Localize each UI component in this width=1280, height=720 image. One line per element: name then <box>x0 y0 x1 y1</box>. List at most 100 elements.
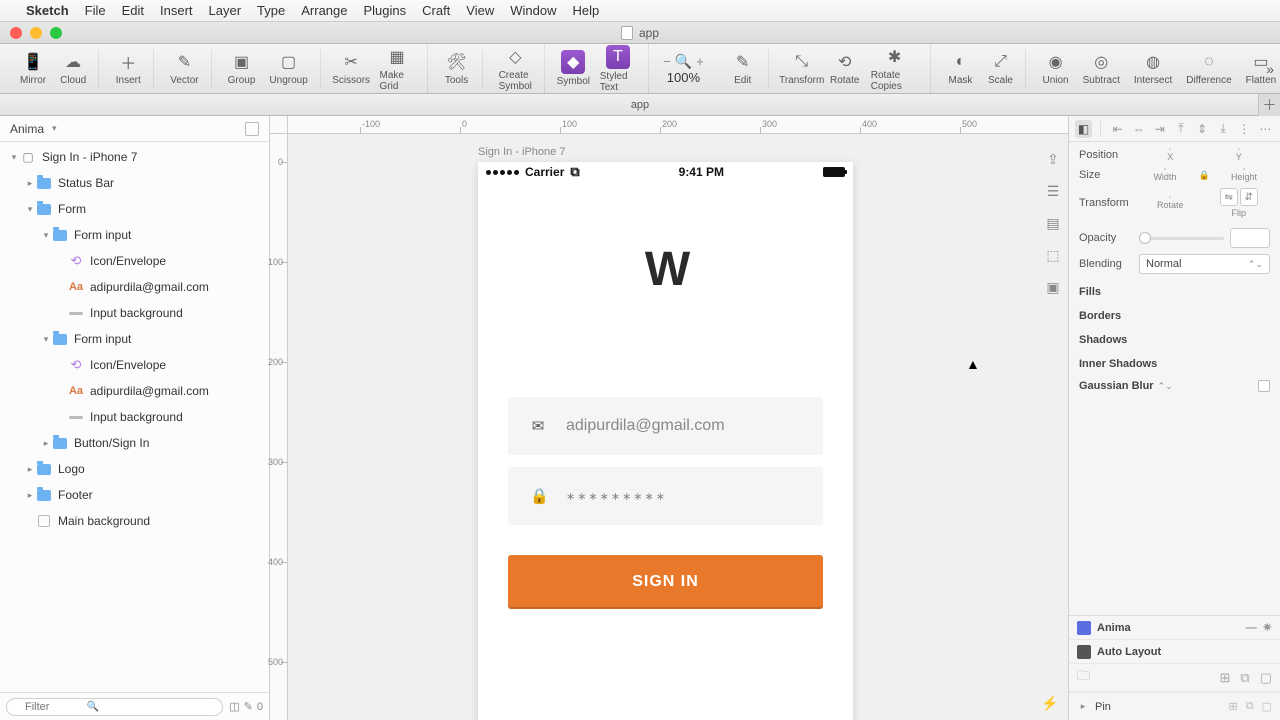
close-window-icon[interactable] <box>10 27 22 39</box>
disclosure-icon[interactable]: ▾ <box>40 230 52 241</box>
tool-styled-text[interactable]: TStyled Text <box>594 43 642 95</box>
canvas[interactable]: -1000100200300400500 0100200300400500 Si… <box>270 116 1068 720</box>
tool-mirror[interactable]: 📱Mirror <box>14 49 52 88</box>
layer-row[interactable]: ▸Button/Sign In <box>0 430 269 456</box>
ruler-origin[interactable] <box>270 116 288 134</box>
gaussian-blur-label[interactable]: Gaussian Blur <box>1079 380 1154 392</box>
fullscreen-window-icon[interactable] <box>50 27 62 39</box>
tool-create-symbol[interactable]: ◇Create Symbol <box>493 44 538 94</box>
layer-row[interactable]: ▾Form <box>0 196 269 222</box>
menu-view[interactable]: View <box>466 3 494 18</box>
menu-file[interactable]: File <box>85 3 106 18</box>
layer-row[interactable]: ▾▢Sign In - iPhone 7 <box>0 144 269 170</box>
pin-row[interactable]: ▸ Pin ⊞ ⧉ ▢ <box>1069 692 1280 720</box>
blending-select[interactable]: Normal ⌃⌄ <box>1139 254 1270 274</box>
layer-row[interactable]: ⟲Icon/Envelope <box>0 248 269 274</box>
image-icon[interactable]: ▣ <box>1042 276 1064 298</box>
pin-box-icon[interactable]: ▢ <box>1262 700 1272 713</box>
grid-icon[interactable]: ▤ <box>1042 212 1064 234</box>
layer-row[interactable]: ⟲Icon/Envelope <box>0 352 269 378</box>
toolbar-overflow-icon[interactable]: » <box>1266 61 1274 77</box>
gaussian-checkbox[interactable] <box>1258 380 1270 392</box>
panel-settings-icon[interactable]: ✷ <box>1263 621 1272 634</box>
menu-edit[interactable]: Edit <box>122 3 144 18</box>
tool-rotate[interactable]: ⟲Rotate <box>827 44 863 94</box>
shadows-header[interactable]: Shadows <box>1079 328 1270 352</box>
export-icon[interactable]: ⇪ <box>1042 148 1064 170</box>
menu-type[interactable]: Type <box>257 3 285 18</box>
menu-craft[interactable]: Craft <box>422 3 450 18</box>
layer-row[interactable]: ▸Logo <box>0 456 269 482</box>
add-tab-button[interactable]: ＋ <box>1258 94 1280 116</box>
tool-edit[interactable]: ✎Edit <box>724 49 762 88</box>
align-left-icon[interactable]: ⇤ <box>1109 120 1126 138</box>
folder-icon[interactable]: 🗀 <box>1077 667 1090 689</box>
pin-stack-icon[interactable]: ⧉ <box>1246 700 1254 713</box>
fills-header[interactable]: Fills <box>1079 280 1270 304</box>
width-input[interactable] <box>1164 168 1166 170</box>
flip-v-icon[interactable]: ⇵ <box>1240 188 1258 206</box>
menu-layer[interactable]: Layer <box>209 3 242 18</box>
size-lock-icon[interactable]: 🔒 <box>1197 170 1212 181</box>
align-bottom-icon[interactable]: ⤓ <box>1215 120 1232 138</box>
tool-vector[interactable]: ✎Vector <box>164 49 204 88</box>
anima-panel-header[interactable]: Anima — ✷ <box>1069 616 1280 640</box>
disclosure-icon[interactable]: ▾ <box>40 334 52 345</box>
layer-row[interactable]: Main background <box>0 508 269 534</box>
opacity-slider[interactable] <box>1139 237 1224 240</box>
layer-row[interactable]: ▾Form input <box>0 326 269 352</box>
menubar-app[interactable]: Sketch <box>26 3 69 18</box>
autolayout-panel-header[interactable]: Auto Layout <box>1069 640 1280 664</box>
zoom-level[interactable]: 100% <box>667 70 700 85</box>
tool-cloud[interactable]: ☁Cloud <box>54 49 92 88</box>
pages-dropdown[interactable]: Anima ▾ <box>0 116 269 142</box>
artboard-label[interactable]: Sign In - iPhone 7 <box>478 146 565 158</box>
page-thumbnail-icon[interactable] <box>245 122 259 136</box>
layer-row[interactable]: ▸Status Bar <box>0 170 269 196</box>
resize-icon[interactable]: ⬚ <box>1042 244 1064 266</box>
opacity-input[interactable] <box>1230 228 1270 248</box>
disclosure-icon[interactable]: ▸ <box>40 438 52 449</box>
disclosure-icon[interactable]: ▸ <box>24 464 36 475</box>
height-input[interactable] <box>1243 168 1245 170</box>
minimize-window-icon[interactable] <box>30 27 42 39</box>
distribute-h-icon[interactable]: ⋮ <box>1236 120 1253 138</box>
zoom-in-button[interactable]: + <box>696 54 704 69</box>
signin-button[interactable]: SIGN IN <box>508 555 823 609</box>
tool-tools[interactable]: 🛠Tools <box>438 49 476 88</box>
menu-plugins[interactable]: Plugins <box>363 3 406 18</box>
tool-insert[interactable]: ＋Insert <box>109 49 147 88</box>
x-input[interactable] <box>1169 148 1171 150</box>
layer-tree[interactable]: ▾▢Sign In - iPhone 7▸Status Bar▾Form▾For… <box>0 142 269 692</box>
document-tab[interactable]: app <box>631 99 649 111</box>
pin-grid-icon[interactable]: ⊞ <box>1229 700 1238 713</box>
tool-difference[interactable]: ◌Difference <box>1180 49 1237 88</box>
align-right-icon[interactable]: ⇥ <box>1151 120 1168 138</box>
canvas-viewport[interactable]: Sign In - iPhone 7 Carrier ⧉ 9:41 PM <box>288 134 1068 720</box>
align-hcenter-icon[interactable]: ⇔ <box>1130 120 1147 138</box>
layer-row[interactable]: ▾Form input <box>0 222 269 248</box>
grid-icon[interactable]: ⊞ <box>1220 670 1231 686</box>
layout-icon[interactable]: ☰ <box>1042 180 1064 202</box>
layer-filter-toggles[interactable]: ◫ ✎ 0 <box>229 700 263 713</box>
disclosure-icon[interactable]: ▾ <box>24 204 36 215</box>
zoom-out-button[interactable]: − <box>663 54 671 69</box>
rotate-input[interactable] <box>1169 196 1171 198</box>
borders-header[interactable]: Borders <box>1079 304 1270 328</box>
ruler-vertical[interactable]: 0100200300400500 <box>270 134 288 720</box>
align-vcenter-icon[interactable]: ⇕ <box>1194 120 1211 138</box>
tool-group[interactable]: ▣Group <box>222 49 262 88</box>
inner-shadows-header[interactable]: Inner Shadows <box>1079 352 1270 376</box>
tool-ungroup[interactable]: ▢Ungroup <box>263 49 313 88</box>
stack-icon[interactable]: ⧉ <box>1240 670 1249 686</box>
tool-mask[interactable]: ◐Mask <box>941 49 979 88</box>
disclosure-icon[interactable]: ▸ <box>24 490 36 501</box>
email-input[interactable]: ✉ adipurdila@gmail.com <box>508 397 823 455</box>
layer-row[interactable]: Input background <box>0 404 269 430</box>
layer-filter-input[interactable] <box>6 698 223 716</box>
panel-minimize-icon[interactable]: — <box>1246 622 1257 634</box>
filter-slice-icon[interactable]: ✎ <box>244 700 253 713</box>
chevron-updown-icon[interactable]: ⌃⌄ <box>1158 381 1173 392</box>
align-top-icon[interactable]: ⤒ <box>1172 120 1189 138</box>
artboard-signin[interactable]: Carrier ⧉ 9:41 PM W ✉ <box>478 162 853 720</box>
